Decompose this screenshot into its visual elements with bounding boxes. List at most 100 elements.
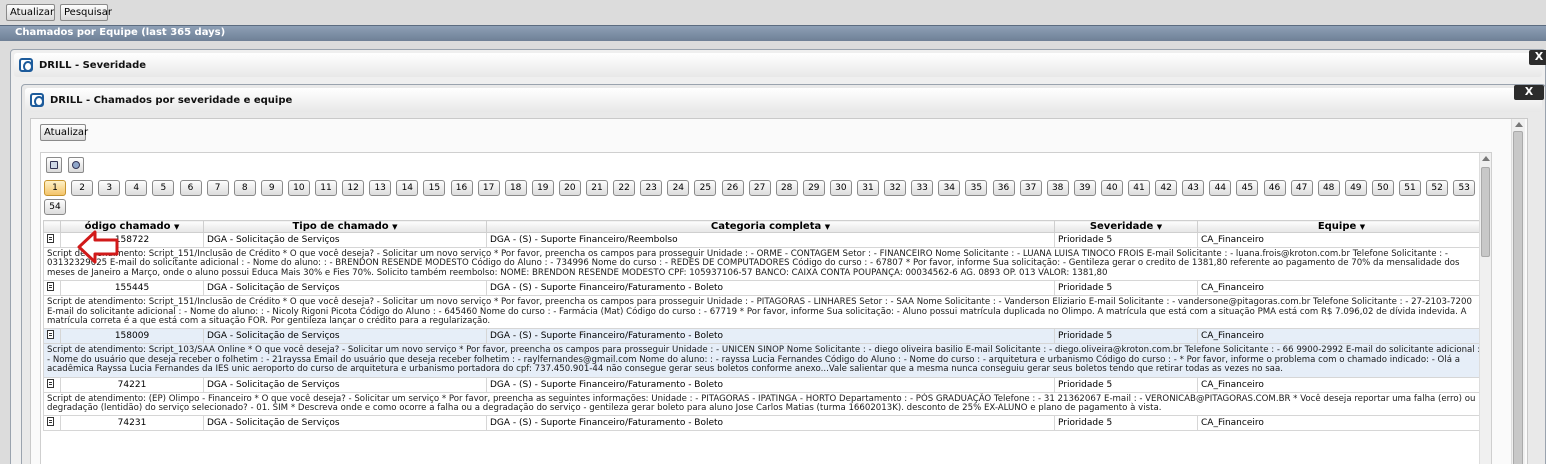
page-button-41[interactable]: 41	[1128, 180, 1150, 196]
page-button-53[interactable]: 53	[1453, 180, 1476, 196]
inner-atualizar-button[interactable]: Atualizar	[40, 124, 88, 141]
drill-chamados-window: DRILL - Chamados por severidade e equipe…	[21, 84, 1546, 464]
cell-equipe: CA_Financeiro	[1197, 232, 1486, 248]
page-button-33[interactable]: 33	[911, 180, 934, 196]
page-button-37[interactable]: 37	[1019, 180, 1042, 196]
document-icon[interactable]	[47, 330, 54, 340]
document-icon[interactable]	[47, 417, 54, 427]
row-description: Script de atendimento: Script_151/Inclus…	[43, 246, 1486, 282]
page-button-48[interactable]: 48	[1317, 180, 1340, 196]
page-button-30[interactable]: 30	[829, 180, 852, 196]
table-row[interactable]: 74231 DGA - Solicitação de Serviços DGA - …	[43, 415, 1486, 432]
panel-scrollbar-thumb[interactable]	[1513, 131, 1523, 464]
document-icon[interactable]	[47, 378, 54, 388]
page-button-11[interactable]: 11	[315, 180, 337, 196]
document-icon[interactable]	[47, 234, 54, 243]
page-button-3[interactable]: 3	[98, 180, 121, 196]
pesquisar-button[interactable]: Pesquisar	[60, 4, 112, 21]
page-button-10[interactable]: 10	[287, 180, 310, 196]
page-button-16[interactable]: 16	[450, 180, 473, 196]
page-button-28[interactable]: 28	[775, 180, 798, 196]
scroll-up-arrow-icon[interactable]	[1482, 156, 1490, 161]
page-button-35[interactable]: 35	[965, 180, 988, 196]
page-button-31[interactable]: 31	[857, 180, 879, 196]
cell-severidade: Prioridade 5	[1054, 376, 1198, 393]
cell-categoria: DGA - (S) - Suporte Financeiro/Reembolso	[486, 232, 1055, 248]
document-icon[interactable]	[47, 282, 54, 292]
page-button-49[interactable]: 49	[1344, 180, 1367, 196]
page-button-40[interactable]: 40	[1100, 180, 1123, 196]
page-button-13[interactable]: 13	[369, 180, 392, 196]
cell-codigo: 74221	[60, 376, 204, 393]
page-button-20[interactable]: 20	[558, 180, 581, 196]
page-button-39[interactable]: 39	[1073, 180, 1096, 196]
page-button-32[interactable]: 32	[884, 180, 907, 196]
table-row[interactable]: 74221 DGA - Solicitação de Serviços DGA - …	[43, 376, 1486, 393]
page-button-23[interactable]: 23	[640, 180, 663, 196]
col-header-equipe[interactable]: Equipe ▼	[1197, 220, 1486, 233]
page-button-42[interactable]: 42	[1155, 180, 1178, 196]
col-header-severidade[interactable]: Severidade ▼	[1054, 220, 1198, 233]
page-button-43[interactable]: 43	[1182, 180, 1205, 196]
page-button-19[interactable]: 19	[531, 180, 554, 196]
page-button-15[interactable]: 15	[423, 180, 446, 196]
cell-descricao: Script de atendimento: Script_103/SAA On…	[43, 343, 1486, 378]
page-button-45[interactable]: 45	[1236, 180, 1259, 196]
cell-equipe: CA_Financeiro	[1197, 280, 1486, 297]
drill-severidade-title: DRILL - Severidade	[39, 60, 147, 71]
drill-content-panel: Atualizar 1 2 3 4 5 6 7 8 9 10 11 12 13 14 15 16 17 18 19 2…	[30, 118, 1528, 464]
globe-icon[interactable]	[68, 157, 84, 173]
page-button-4[interactable]: 4	[125, 180, 148, 196]
page-button-2[interactable]: 2	[71, 180, 94, 196]
page-button-29[interactable]: 29	[802, 180, 825, 196]
export-icon[interactable]	[46, 157, 62, 173]
close-drill-chamados-button[interactable]: X	[1514, 85, 1544, 100]
page-button-46[interactable]: 46	[1263, 180, 1286, 196]
page-button-26[interactable]: 26	[721, 180, 744, 196]
page-button-17[interactable]: 17	[477, 180, 500, 196]
page-button-47[interactable]: 47	[1290, 180, 1313, 196]
page-button-5[interactable]: 5	[152, 180, 175, 196]
cell-equipe: CA_Financeiro	[1197, 328, 1486, 345]
page-button-24[interactable]: 24	[667, 180, 690, 196]
col-header-tipo[interactable]: Tipo de chamado ▼	[203, 220, 487, 233]
drill-chamados-titlebar[interactable]: DRILL - Chamados por severidade e equipe	[25, 88, 1542, 112]
table-row[interactable]: 158009 DGA - Solicitação de Serviços DGA -…	[43, 328, 1486, 345]
page-button-25[interactable]: 25	[694, 180, 717, 196]
cell-equipe: CA_Financeiro	[1197, 415, 1486, 432]
page-button-22[interactable]: 22	[613, 180, 636, 196]
page-button-54[interactable]: 54	[44, 199, 66, 215]
page-button-9[interactable]: 9	[260, 180, 283, 196]
page-button-51[interactable]: 51	[1399, 180, 1421, 196]
drill-severidade-titlebar[interactable]: DRILL - Severidade	[14, 53, 1542, 77]
page-button-14[interactable]: 14	[396, 180, 419, 196]
page-button-44[interactable]: 44	[1209, 180, 1232, 196]
page-button-34[interactable]: 34	[938, 180, 961, 196]
page-button-21[interactable]: 21	[586, 180, 608, 196]
page-button-36[interactable]: 36	[992, 180, 1015, 196]
cell-tipo: DGA - Solicitação de Serviços	[203, 280, 487, 297]
page-button-27[interactable]: 27	[748, 180, 771, 196]
page-button-12[interactable]: 12	[342, 180, 365, 196]
col-header-categoria[interactable]: Categoria completa ▼	[486, 220, 1055, 233]
page-button-6[interactable]: 6	[179, 180, 202, 196]
page-button-52[interactable]: 52	[1426, 180, 1449, 196]
grid-scrollbar-thumb[interactable]	[1481, 167, 1490, 257]
chevron-down-icon: ▼	[1359, 222, 1366, 231]
page-button-7[interactable]: 7	[206, 180, 229, 196]
cell-tipo: DGA - Solicitação de Serviços	[203, 328, 487, 345]
page-button-1[interactable]: 1	[44, 180, 66, 196]
scroll-up-arrow-icon[interactable]	[1515, 122, 1523, 127]
page-button-50[interactable]: 50	[1371, 180, 1394, 196]
table-row[interactable]: 158722 DGA - Solicitação de Serviços DGA -…	[43, 232, 1486, 248]
page-button-18[interactable]: 18	[504, 180, 527, 196]
grid-scrollbar[interactable]	[1479, 153, 1491, 464]
page-button-38[interactable]: 38	[1046, 180, 1069, 196]
table-row[interactable]: 155445 DGA - Solicitação de Serviços DGA -…	[43, 280, 1486, 297]
close-drill-severidade-button[interactable]: X	[1529, 50, 1546, 65]
atualizar-button[interactable]: Atualizar	[6, 4, 55, 21]
chevron-down-icon: ▼	[1156, 222, 1163, 231]
panel-scrollbar[interactable]	[1511, 119, 1525, 464]
page-button-8[interactable]: 8	[233, 180, 256, 196]
row-icon-cell	[43, 232, 61, 248]
